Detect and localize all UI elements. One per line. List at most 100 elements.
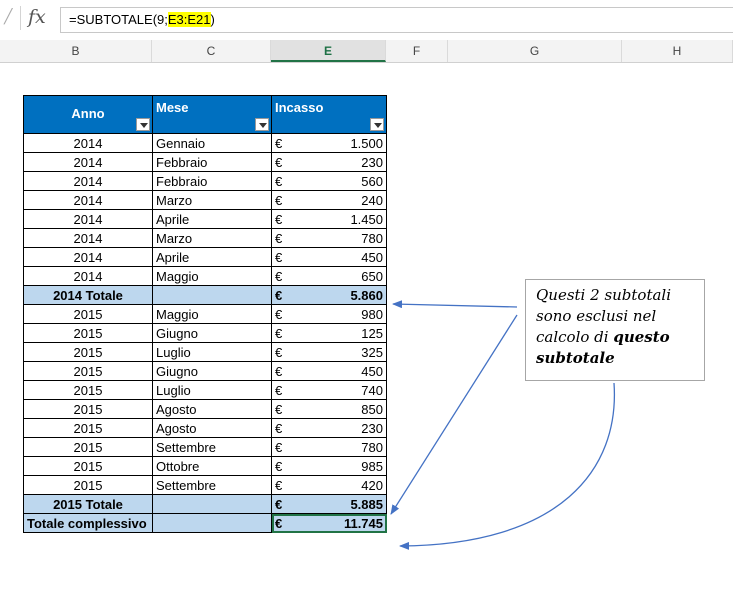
annotation-line: Questi 2 subtotali xyxy=(536,286,672,304)
cell-mese[interactable]: Gennaio xyxy=(152,133,272,153)
cell-anno[interactable]: 2015 xyxy=(23,475,153,495)
filter-dropdown-icon[interactable] xyxy=(370,118,384,131)
cell-mese[interactable]: Aprile xyxy=(152,247,272,267)
cell-empty[interactable] xyxy=(152,494,272,514)
cell-incasso[interactable]: €450 xyxy=(271,361,387,381)
currency-symbol: € xyxy=(275,401,283,417)
table-row: 2014 Febbraio €230 xyxy=(23,152,387,172)
cell-empty[interactable] xyxy=(152,285,272,305)
cell-mese[interactable]: Settembre xyxy=(152,437,272,457)
cell-mese[interactable]: Agosto xyxy=(152,399,272,419)
cell-total-label[interactable]: 2015 Totale xyxy=(23,494,153,514)
cell-incasso[interactable]: €740 xyxy=(271,380,387,400)
header-mese-label: Mese xyxy=(156,100,189,115)
cell-mese[interactable]: Aprile xyxy=(152,209,272,229)
cell-incasso[interactable]: €980 xyxy=(271,304,387,324)
cell-total-label[interactable]: 2014 Totale xyxy=(23,285,153,305)
column-header-h[interactable]: H xyxy=(622,40,733,62)
amount-value: 985 xyxy=(361,458,383,474)
cell-incasso[interactable]: €125 xyxy=(271,323,387,343)
cell-incasso[interactable]: €780 xyxy=(271,228,387,248)
annotation-emphasis: questo xyxy=(613,328,670,346)
cell-empty[interactable] xyxy=(152,513,272,533)
cell-mese[interactable]: Agosto xyxy=(152,418,272,438)
currency-symbol: € xyxy=(275,515,283,531)
cell-incasso[interactable]: €650 xyxy=(271,266,387,286)
cell-anno[interactable]: 2015 xyxy=(23,437,153,457)
amount-value: 230 xyxy=(361,420,383,436)
formula-input[interactable]: =SUBTOTALE(9;E3:E21) xyxy=(60,7,733,33)
cell-incasso[interactable]: €850 xyxy=(271,399,387,419)
cell-mese[interactable]: Giugno xyxy=(152,361,272,381)
header-anno-label: Anno xyxy=(71,106,105,121)
filter-dropdown-icon[interactable] xyxy=(136,118,150,131)
cell-incasso[interactable]: €985 xyxy=(271,456,387,476)
column-header-f[interactable]: F xyxy=(386,40,448,62)
cell-incasso[interactable]: €1.450 xyxy=(271,209,387,229)
cell-mese[interactable]: Marzo xyxy=(152,228,272,248)
cell-anno[interactable]: 2015 xyxy=(23,342,153,362)
cell-mese[interactable]: Settembre xyxy=(152,475,272,495)
cell-incasso[interactable]: €1.500 xyxy=(271,133,387,153)
cell-anno[interactable]: 2014 xyxy=(23,209,153,229)
table-row: 2014 Gennaio €1.500 xyxy=(23,133,387,153)
cell-anno[interactable]: 2014 xyxy=(23,266,153,286)
cell-anno[interactable]: 2014 xyxy=(23,171,153,191)
amount-value: 420 xyxy=(361,477,383,493)
cell-total-value[interactable]: €5.860 xyxy=(271,285,387,305)
table-row: 2015 Maggio €980 xyxy=(23,304,387,324)
cell-anno[interactable]: 2015 xyxy=(23,323,153,343)
header-mese: Mese xyxy=(152,95,272,134)
cell-mese[interactable]: Febbraio xyxy=(152,171,272,191)
cell-incasso[interactable]: €240 xyxy=(271,190,387,210)
cell-mese[interactable]: Luglio xyxy=(152,342,272,362)
cell-anno[interactable]: 2014 xyxy=(23,228,153,248)
cell-incasso[interactable]: €325 xyxy=(271,342,387,362)
currency-symbol: € xyxy=(275,477,283,493)
cell-mese[interactable]: Giugno xyxy=(152,323,272,343)
cell-anno[interactable]: 2015 xyxy=(23,380,153,400)
table-body: 2014 Gennaio €1.500 2014 Febbraio €230 2014 Feb… xyxy=(23,133,387,533)
cell-anno[interactable]: 2015 xyxy=(23,399,153,419)
cell-anno[interactable]: 2015 xyxy=(23,304,153,324)
amount-value: 450 xyxy=(361,249,383,265)
cell-incasso[interactable]: €420 xyxy=(271,475,387,495)
cell-total-label[interactable]: Totale complessivo xyxy=(23,513,153,533)
cell-mese[interactable]: Marzo xyxy=(152,190,272,210)
subtotal-row-2014: 2014 Totale €5.860 xyxy=(23,285,387,305)
table-row: 2015 Ottobre €985 xyxy=(23,456,387,476)
fx-icon[interactable]: fx xyxy=(28,6,46,28)
table-row: 2014 Marzo €780 xyxy=(23,228,387,248)
cell-anno[interactable]: 2014 xyxy=(23,247,153,267)
cell-anno[interactable]: 2015 xyxy=(23,456,153,476)
cell-incasso[interactable]: €450 xyxy=(271,247,387,267)
cell-incasso[interactable]: €780 xyxy=(271,437,387,457)
cell-anno[interactable]: 2014 xyxy=(23,133,153,153)
column-header-e[interactable]: E xyxy=(271,40,386,62)
column-header-b[interactable]: B xyxy=(0,40,152,62)
cell-anno[interactable]: 2015 xyxy=(23,361,153,381)
cell-anno[interactable]: 2015 xyxy=(23,418,153,438)
cell-anno[interactable]: 2014 xyxy=(23,152,153,172)
cell-mese[interactable]: Ottobre xyxy=(152,456,272,476)
formula-text: =SUBTOTALE(9;E3:E21) xyxy=(69,12,215,27)
filter-dropdown-icon[interactable] xyxy=(255,118,269,131)
cell-incasso[interactable]: €560 xyxy=(271,171,387,191)
amount-value: 230 xyxy=(361,154,383,170)
cell-mese[interactable]: Maggio xyxy=(152,266,272,286)
arrow-to-grand-total xyxy=(399,382,616,550)
cell-incasso[interactable]: €230 xyxy=(271,418,387,438)
cell-total-value[interactable]: €11.745 xyxy=(271,513,387,533)
cell-mese[interactable]: Febbraio xyxy=(152,152,272,172)
cell-mese[interactable]: Maggio xyxy=(152,304,272,324)
column-header-g[interactable]: G xyxy=(448,40,622,62)
cell-mese[interactable]: Luglio xyxy=(152,380,272,400)
amount-value: 780 xyxy=(361,230,383,246)
cell-anno[interactable]: 2014 xyxy=(23,190,153,210)
column-header-c[interactable]: C xyxy=(152,40,271,62)
cell-total-value[interactable]: €5.885 xyxy=(271,494,387,514)
currency-symbol: € xyxy=(275,458,283,474)
pen-icon[interactable]: ╱ xyxy=(4,8,12,25)
cell-incasso[interactable]: €230 xyxy=(271,152,387,172)
amount-value: 325 xyxy=(361,344,383,360)
